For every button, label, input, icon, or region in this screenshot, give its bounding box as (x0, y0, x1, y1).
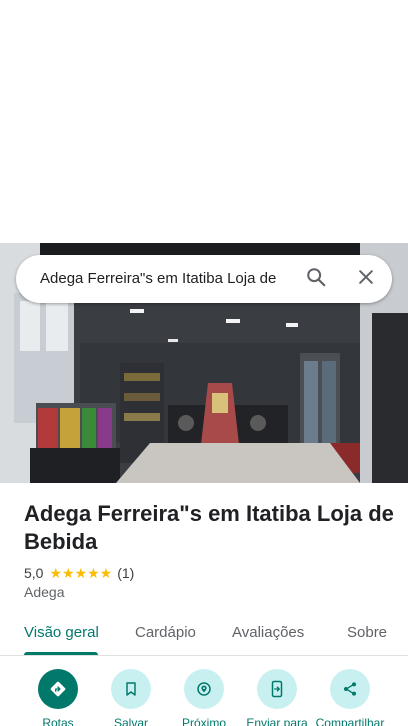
review-count[interactable]: (1) (117, 565, 134, 581)
place-title: Adega Ferreira"s em Itatiba Loja de Bebi… (24, 501, 394, 554)
share-label: Compartilhar (315, 716, 385, 726)
search-icon (305, 266, 327, 293)
send-to-phone-icon (257, 669, 297, 709)
nearby-icon (184, 669, 224, 709)
search-button[interactable] (302, 265, 330, 293)
place-category[interactable]: Adega (24, 584, 64, 600)
directions-label: Rotas (42, 716, 74, 726)
clear-button[interactable] (352, 265, 380, 293)
bookmark-icon (111, 669, 151, 709)
tab-bar: Visão geral Cardápio Avaliações Sobre (0, 612, 408, 656)
send-to-phone-label: Enviar para (246, 716, 308, 726)
active-tab-indicator (24, 652, 98, 655)
search-bar[interactable]: Adega Ferreira"s em Itatiba Loja de (16, 255, 392, 303)
nearby-label: Próximo (181, 716, 226, 726)
action-bar: Rotas Salvar Próximo Enviar para Compart… (0, 657, 408, 726)
nearby-button[interactable]: Próximo (166, 669, 242, 726)
tab-menu[interactable]: Cardápio (135, 624, 196, 641)
map-blank-area (0, 0, 408, 243)
close-icon (356, 267, 376, 292)
rating-row[interactable]: 5,0 ★★★★★ (1) (24, 564, 134, 582)
rating-value: 5,0 (24, 565, 44, 581)
tab-about[interactable]: Sobre (347, 624, 387, 641)
directions-icon (38, 669, 78, 709)
save-button[interactable]: Salvar (93, 669, 169, 726)
star-rating-icon: ★★★★★ (49, 564, 113, 581)
share-button[interactable]: Compartilhar (312, 669, 388, 726)
share-icon (330, 669, 370, 709)
search-input[interactable]: Adega Ferreira"s em Itatiba Loja de (40, 255, 302, 303)
send-to-phone-button[interactable]: Enviar para (239, 669, 315, 726)
tab-overview[interactable]: Visão geral (24, 624, 99, 641)
tab-reviews[interactable]: Avaliações (232, 624, 304, 641)
save-label: Salvar (113, 716, 148, 726)
directions-button[interactable]: Rotas (20, 669, 96, 726)
